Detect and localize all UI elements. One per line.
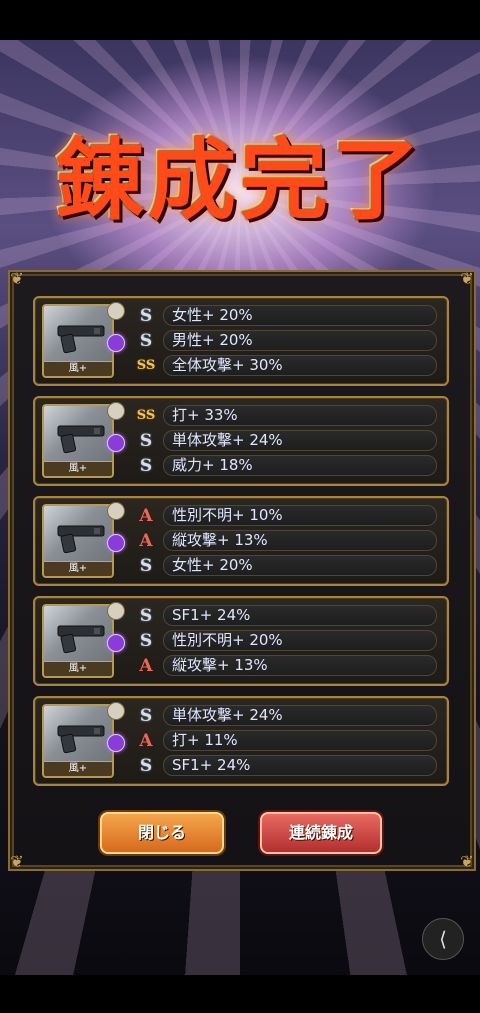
stat-row: A 縦攻撃+ 13%	[133, 654, 437, 677]
stat-row: A 性別不明+ 10%	[133, 504, 437, 527]
stat-list: S 単体攻撃+ 24% A 打+ 11% S SF1+ 24%	[133, 702, 437, 777]
weapon-element-label: 風+	[44, 661, 112, 676]
close-button[interactable]: 閉じる	[100, 812, 224, 854]
stat-row: S 単体攻撃+ 24%	[133, 429, 437, 452]
weapon-thumbnail[interactable]: 風+	[42, 304, 114, 378]
stat-row: S 女性+ 20%	[133, 304, 437, 327]
pistol-icon	[57, 725, 105, 754]
stat-text: 男性+ 20%	[163, 330, 437, 351]
stat-text: 単体攻撃+ 24%	[163, 705, 437, 726]
result-card: 風+ S SF1+ 24% S 性別不明+ 20% A 縦攻撃+ 13%	[33, 596, 449, 686]
result-card: 風+ S 女性+ 20% S 男性+ 20% SS 全体攻撃+ 30%	[33, 296, 449, 386]
stat-list: A 性別不明+ 10% A 縦攻撃+ 13% S 女性+ 20%	[133, 502, 437, 577]
share-icon[interactable]: ⟨	[422, 918, 464, 960]
socket-icon	[107, 702, 125, 720]
stat-row: SS 打+ 33%	[133, 404, 437, 427]
stat-text: 単体攻撃+ 24%	[163, 430, 437, 451]
socket-icon	[107, 402, 125, 420]
stat-row: S SF1+ 24%	[133, 754, 437, 777]
stat-row: S 単体攻撃+ 24%	[133, 704, 437, 727]
socket-icon	[107, 602, 125, 620]
socket-icon	[107, 302, 125, 320]
socket-icon	[107, 502, 125, 520]
stat-row: S SF1+ 24%	[133, 604, 437, 627]
stat-text: SF1+ 24%	[163, 755, 437, 776]
stat-text: 女性+ 20%	[163, 305, 437, 326]
result-card: 風+ SS 打+ 33% S 単体攻撃+ 24% S 威力+ 18%	[33, 396, 449, 486]
rank-badge: A	[139, 730, 153, 751]
continue-synthesis-button[interactable]: 連続錬成	[260, 812, 382, 854]
rank-badge: SS	[136, 408, 156, 423]
rank-badge: A	[139, 530, 153, 551]
stat-text: 性別不明+ 20%	[163, 630, 437, 651]
stat-text: 縦攻撃+ 13%	[163, 655, 437, 676]
stat-text: SF1+ 24%	[163, 605, 437, 626]
rank-badge: S	[139, 630, 153, 651]
result-card: 風+ A 性別不明+ 10% A 縦攻撃+ 13% S 女性+ 20%	[33, 496, 449, 586]
rank-badge: S	[139, 605, 153, 626]
stat-list: S SF1+ 24% S 性別不明+ 20% A 縦攻撃+ 13%	[133, 602, 437, 677]
gem-icon	[107, 334, 125, 352]
stat-text: 性別不明+ 10%	[163, 505, 437, 526]
rank-badge: S	[139, 755, 153, 776]
weapon-thumbnail[interactable]: 風+	[42, 704, 114, 778]
stat-text: 全体攻撃+ 30%	[163, 355, 437, 376]
stat-list: S 女性+ 20% S 男性+ 20% SS 全体攻撃+ 30%	[133, 302, 437, 377]
weapon-thumbnail[interactable]: 風+	[42, 604, 114, 678]
socket-column	[107, 500, 125, 580]
weapon-thumbnail[interactable]: 風+	[42, 504, 114, 578]
gem-icon	[107, 634, 125, 652]
corner-ornament-icon: ❦	[10, 269, 24, 288]
gem-icon	[107, 434, 125, 452]
weapon-element-label: 風+	[44, 461, 112, 476]
rank-badge: S	[139, 705, 153, 726]
rank-badge: A	[139, 655, 153, 676]
socket-column	[107, 300, 125, 380]
stat-text: 打+ 11%	[163, 730, 437, 751]
rank-badge: S	[139, 430, 153, 451]
socket-column	[107, 700, 125, 780]
rank-badge: S	[139, 305, 153, 326]
socket-column	[107, 400, 125, 480]
rank-badge: S	[139, 455, 153, 476]
corner-ornament-icon: ❦	[460, 852, 474, 871]
stat-row: S 性別不明+ 20%	[133, 629, 437, 652]
pistol-icon	[57, 525, 105, 554]
stat-row: SS 全体攻撃+ 30%	[133, 354, 437, 377]
rank-badge: SS	[136, 358, 156, 373]
stat-row: S 女性+ 20%	[133, 554, 437, 577]
rank-badge: S	[139, 330, 153, 351]
stat-text: 女性+ 20%	[163, 555, 437, 576]
result-card: 風+ S 単体攻撃+ 24% A 打+ 11% S SF1+ 24%	[33, 696, 449, 786]
gem-icon	[107, 734, 125, 752]
corner-ornament-icon: ❦	[10, 852, 24, 871]
weapon-element-label: 風+	[44, 361, 112, 376]
stat-row: A 打+ 11%	[133, 729, 437, 752]
pistol-icon	[57, 325, 105, 354]
rank-badge: A	[139, 505, 153, 526]
stat-text: 打+ 33%	[163, 405, 437, 426]
pistol-icon	[57, 625, 105, 654]
weapon-element-label: 風+	[44, 761, 112, 776]
gem-icon	[107, 534, 125, 552]
stat-row: A 縦攻撃+ 13%	[133, 529, 437, 552]
stat-row: S 威力+ 18%	[133, 454, 437, 477]
rank-badge: S	[139, 555, 153, 576]
stat-list: SS 打+ 33% S 単体攻撃+ 24% S 威力+ 18%	[133, 402, 437, 477]
weapon-thumbnail[interactable]: 風+	[42, 404, 114, 478]
stat-text: 威力+ 18%	[163, 455, 437, 476]
weapon-element-label: 風+	[44, 561, 112, 576]
title-banner: 錬成完了	[30, 100, 450, 260]
stat-row: S 男性+ 20%	[133, 329, 437, 352]
status-bar	[0, 0, 480, 40]
title-text: 錬成完了	[55, 128, 424, 232]
corner-ornament-icon: ❦	[460, 269, 474, 288]
stat-text: 縦攻撃+ 13%	[163, 530, 437, 551]
pistol-icon	[57, 425, 105, 454]
socket-column	[107, 600, 125, 680]
